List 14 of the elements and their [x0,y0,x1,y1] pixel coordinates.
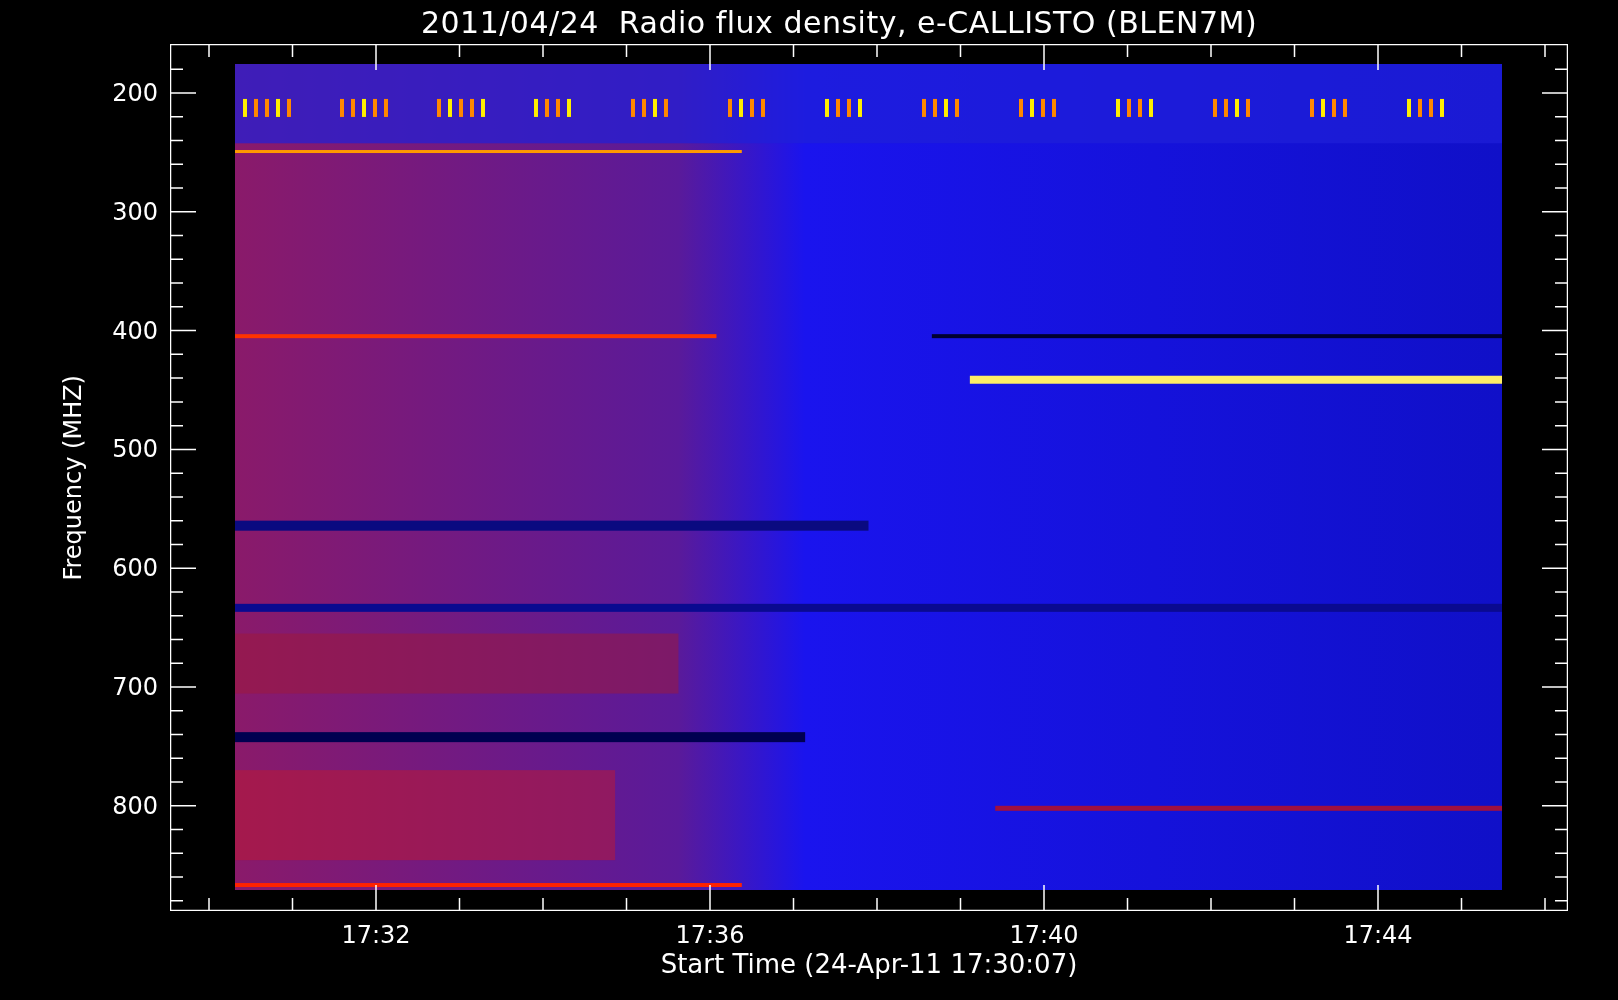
y-tick-label: 200 [112,79,158,107]
y-tick-label: 300 [112,197,158,226]
x-tick-label: 17:32 [341,921,411,949]
y-tick-label: 500 [112,435,158,464]
y-axis-label: Frequency (MHZ) [60,374,87,581]
y-tick-label: 700 [112,673,158,701]
x-tick-label: 17:44 [1343,921,1413,949]
x-tick-label: 17:36 [675,921,745,949]
y-tick-label: 800 [112,791,158,820]
chart-title: 2011/04/24 Radio flux density, e-CALLISTO (BLEN7M) [420,4,1258,40]
y-tick-label: 600 [112,554,158,583]
x-axis-label: Start Time (24-Apr-11 17:30:07) [660,949,1078,979]
y-tick-label: 400 [112,316,158,345]
x-tick-label: 17:40 [1009,921,1079,949]
